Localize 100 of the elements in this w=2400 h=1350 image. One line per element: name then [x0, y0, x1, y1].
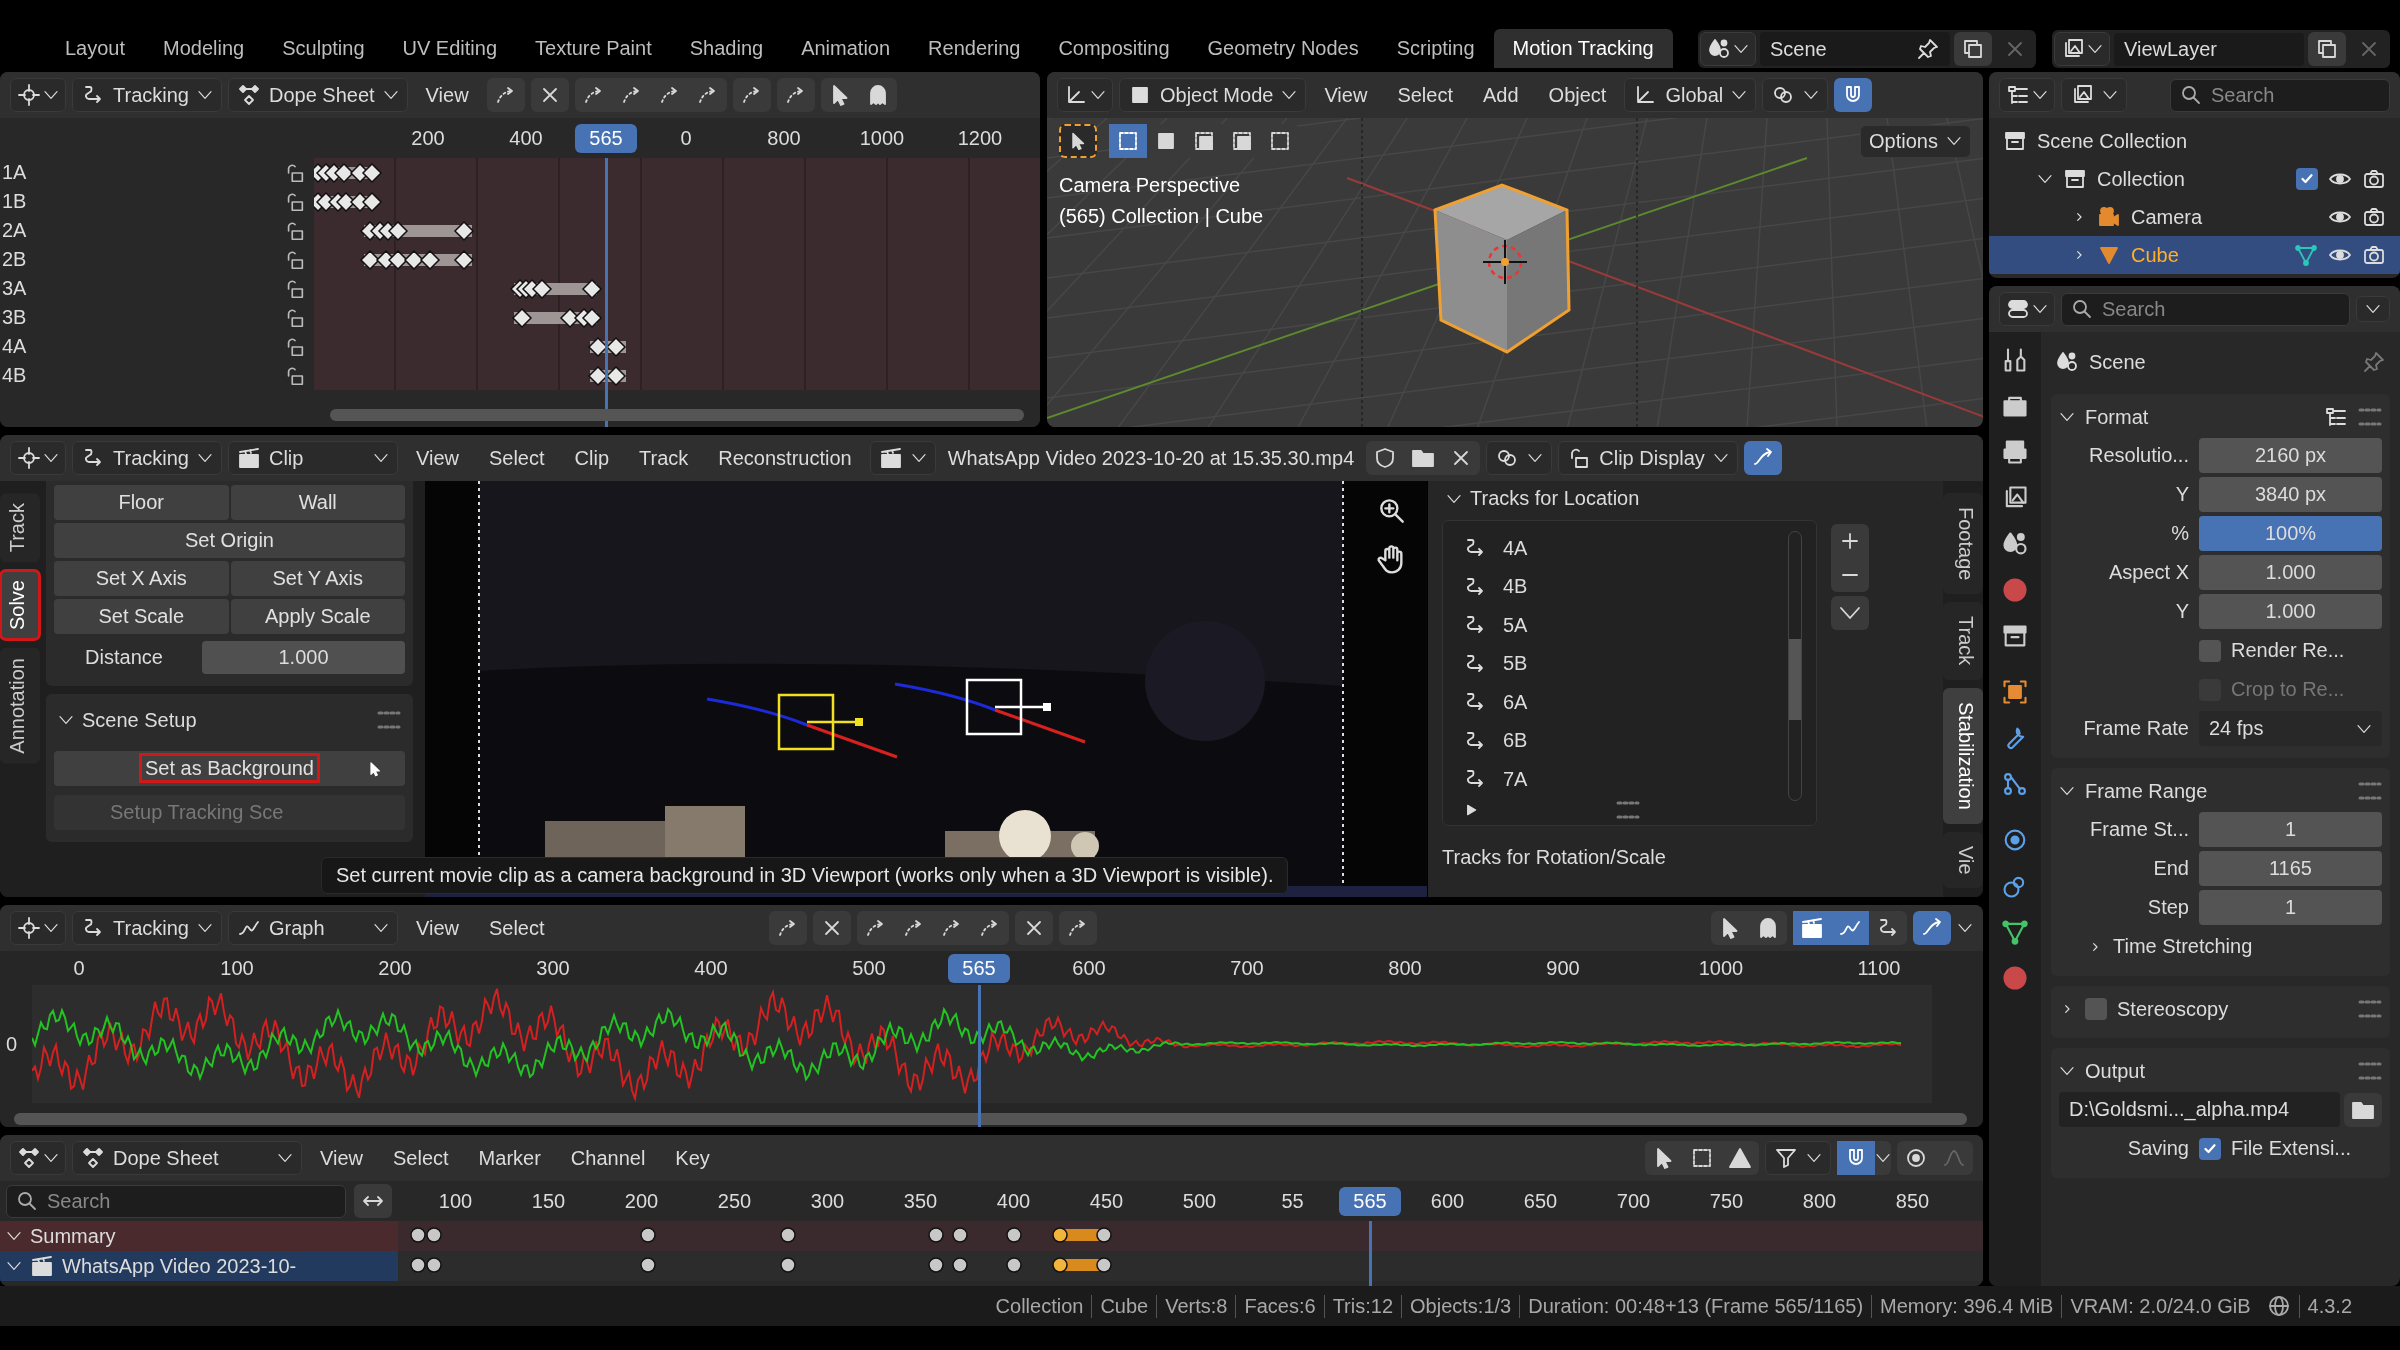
cross-icon[interactable]: [530, 78, 569, 112]
editor-type-button[interactable]: [10, 78, 66, 112]
channel-name[interactable]: 4A: [2, 335, 27, 358]
workspace-tab[interactable]: Texture Paint: [516, 29, 671, 68]
workspace-tab[interactable]: Compositing: [1039, 29, 1189, 68]
outliner-row[interactable]: Collection: [1989, 160, 2400, 198]
panel-tab[interactable]: Track: [1943, 602, 1983, 680]
clip-display-dropdown[interactable]: Clip Display: [1558, 441, 1738, 475]
list-item[interactable]: 7A: [1463, 760, 1816, 799]
editor-type-button[interactable]: [1999, 78, 2055, 112]
search-field[interactable]: Search: [2061, 292, 2350, 326]
channel-name[interactable]: Summary: [30, 1224, 116, 1248]
workspace-tab[interactable]: Modeling: [144, 29, 264, 68]
tool-button[interactable]: Set Origin: [54, 523, 405, 558]
file-path-field[interactable]: D:\Goldsmi..._alpha.mp4: [2059, 1092, 2340, 1127]
editor-dropdown[interactable]: Graph: [227, 911, 398, 945]
frame-rate-dropdown[interactable]: 24 fps: [2199, 711, 2382, 746]
menu-item[interactable]: Add: [1471, 79, 1531, 111]
workspace-tab[interactable]: Rendering: [909, 29, 1040, 68]
tool-button[interactable]: Floor: [54, 485, 229, 520]
editor-type-button[interactable]: [10, 911, 66, 945]
menu-item[interactable]: Clip: [562, 442, 621, 474]
folder-icon[interactable]: [2344, 1092, 2382, 1127]
percent-slider[interactable]: 100%: [2199, 516, 2382, 551]
clip-browse-dropdown[interactable]: [869, 441, 936, 475]
box-select-icon[interactable]: [1109, 124, 1147, 158]
editor-type-button[interactable]: [1057, 78, 1113, 112]
scrollbar[interactable]: [330, 409, 1024, 421]
mode-dropdown[interactable]: Tracking: [72, 78, 222, 112]
list-item[interactable]: 5A: [1463, 606, 1816, 645]
clapperboard-icon[interactable]: [1793, 911, 1831, 945]
sphere-icon[interactable]: [2001, 964, 2029, 992]
number-field[interactable]: 1: [2199, 812, 2382, 847]
outliner-row[interactable]: Cube: [1989, 236, 2400, 274]
menu-item[interactable]: Key: [663, 1142, 722, 1174]
current-frame-badge[interactable]: 565: [1339, 1186, 1401, 1216]
clip-name-field[interactable]: WhatsApp Video 2023-10-20 at 15.35.30.mp4: [941, 446, 1361, 470]
channel-name[interactable]: 2B: [2, 248, 27, 271]
current-frame-badge[interactable]: 565: [948, 953, 1010, 983]
list-item[interactable]: 6A: [1463, 683, 1816, 722]
channel-name[interactable]: 1A: [2, 161, 27, 184]
workspace-tab[interactable]: Layout: [46, 29, 145, 68]
number-field[interactable]: 1165: [2199, 851, 2382, 886]
presets-icon[interactable]: [2324, 405, 2348, 429]
editor-dropdown[interactable]: Dope Sheet: [72, 1141, 302, 1175]
list-item[interactable]: 5B: [1463, 644, 1816, 683]
panel-title[interactable]: Time Stretching: [2113, 935, 2253, 958]
panel-tab[interactable]: Solve: [0, 570, 40, 641]
menu-item[interactable]: Marker: [466, 1142, 553, 1174]
tool-button[interactable]: Wall: [230, 485, 405, 520]
menu-item[interactable]: Select: [381, 1142, 461, 1174]
editor-type-button[interactable]: [2054, 32, 2110, 66]
workspace-tab[interactable]: UV Editing: [383, 29, 516, 68]
channel-name[interactable]: 4B: [2, 364, 27, 387]
workspace-tab[interactable]: Shading: [670, 29, 783, 68]
number-field[interactable]: 3840 px: [2199, 477, 2382, 512]
tool-button[interactable]: Set Y Axis: [230, 561, 405, 596]
arrows-icon[interactable]: [354, 1184, 392, 1218]
magnet-icon[interactable]: [1834, 78, 1873, 112]
curve-icon[interactable]: [1743, 441, 1782, 475]
editor-type-button[interactable]: [10, 1141, 66, 1175]
list-item[interactable]: 4B: [1463, 567, 1816, 606]
cross-icon[interactable]: [812, 911, 851, 945]
tool-button[interactable]: Set as Background: [54, 751, 405, 786]
editor-dropdown[interactable]: Dope Sheet: [227, 78, 408, 112]
editor-dropdown[interactable]: Clip: [227, 441, 398, 475]
duplicate-icon[interactable]: [1954, 32, 1992, 66]
outliner-row[interactable]: Scene Collection: [1989, 122, 2400, 160]
display-mode-dropdown[interactable]: [2061, 78, 2127, 112]
number-field[interactable]: 1.000: [2199, 555, 2382, 590]
scrollbar[interactable]: [14, 1113, 1967, 1125]
panel-tab[interactable]: Track: [0, 493, 40, 563]
panel-tab[interactable]: Vie: [1943, 831, 1983, 889]
cross-icon[interactable]: [1014, 911, 1053, 945]
menu-item[interactable]: View: [1312, 79, 1380, 111]
menu-item[interactable]: Select: [476, 442, 557, 474]
menu-item[interactable]: Object: [1536, 79, 1619, 111]
menu-item[interactable]: Reconstruction: [706, 442, 864, 474]
workspace-tab[interactable]: Geometry Nodes: [1188, 29, 1378, 68]
workspace-tab[interactable]: Animation: [782, 29, 910, 68]
square-icon[interactable]: [2001, 678, 2029, 706]
number-field[interactable]: 2160 px: [2199, 438, 2382, 473]
nodes-icon[interactable]: [2001, 770, 2029, 798]
curve-icon[interactable]: [1913, 911, 1951, 945]
workspace-tab[interactable]: Scripting: [1377, 29, 1494, 68]
editor-type-button[interactable]: [10, 441, 66, 475]
checkbox-label[interactable]: File Extensi...: [2231, 1137, 2352, 1160]
options-dropdown[interactable]: [2356, 296, 2390, 322]
menu-item[interactable]: Select: [1385, 79, 1465, 111]
list-item[interactable]: 6B: [1463, 721, 1816, 760]
filter-dropdown[interactable]: [1765, 1141, 1831, 1175]
triangle-icon[interactable]: [2001, 918, 2029, 946]
list-item[interactable]: 4A: [1463, 529, 1816, 568]
panel-title[interactable]: Scene Setup: [82, 708, 197, 732]
search-field[interactable]: Search: [2170, 78, 2390, 112]
menu-item[interactable]: View: [403, 442, 471, 474]
mode-dropdown[interactable]: Tracking: [72, 441, 222, 475]
orientation-dropdown[interactable]: Global: [1624, 78, 1757, 112]
pivot-dropdown[interactable]: [1762, 78, 1829, 112]
panel-title[interactable]: Output: [2085, 1059, 2146, 1083]
